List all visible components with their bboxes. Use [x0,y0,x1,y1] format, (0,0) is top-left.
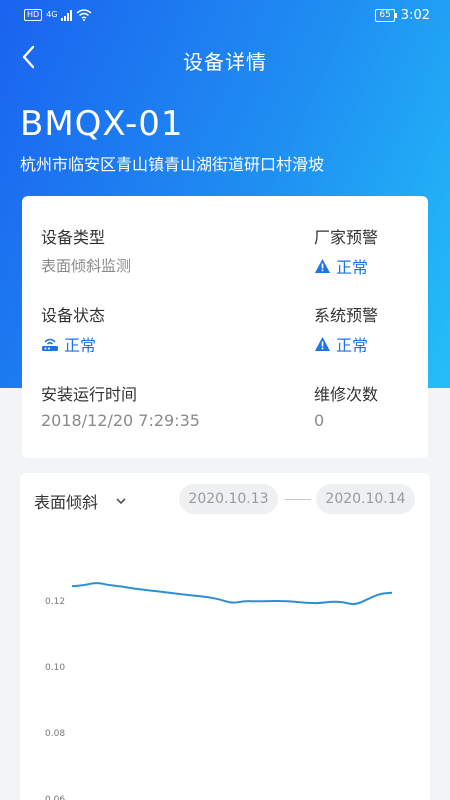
device-info-card: 设备类型 表面倾斜监测 厂家预警 正常 设备状态 正常 系统预警 正常 安装运行… [22,196,428,458]
system-warning-text: 正常 [336,336,369,355]
vendor-warning-label: 厂家预警 [314,228,379,247]
status-left: HD 4G [24,9,92,21]
y-tick-label: 0.12 [45,597,65,607]
y-tick-label: 0.08 [45,729,65,739]
system-warning-value: 正常 [314,332,368,356]
repair-count-value: 0 [314,411,325,430]
device-type-value: 表面倾斜监测 [41,257,132,275]
device-type-label: 设备类型 [41,228,106,247]
signal-icon [61,9,73,21]
y-tick-label: 0.06 [45,795,65,800]
vendor-warning-text: 正常 [336,258,369,277]
device-detail-screen: HD 4G 65 3:02 设备详情 BMQX-01 杭州市临安区青山镇青山湖街… [0,0,450,800]
series-line [71,582,393,606]
warning-triangle-icon [315,259,330,273]
device-status-value: 正常 [41,332,96,356]
device-status-label: 设备状态 [41,306,106,325]
warning-triangle-icon [315,337,330,351]
vendor-warning-value: 正常 [314,254,368,278]
wifi-icon [76,9,92,21]
network-type: 4G [46,10,58,19]
y-tick-label: 0.10 [45,663,65,673]
chart-card: 表面倾斜 2020.10.13 2020.10.14 0.12 0.10 0.08 0… [20,473,430,800]
device-address: 杭州市临安区青山镇青山湖街道研口村滑坡 [20,155,325,174]
page-title: 设备详情 [183,50,267,74]
status-right: 65 3:02 [375,8,430,23]
install-time-label: 安装运行时间 [41,385,138,404]
router-icon [42,338,58,351]
repair-count-label: 维修次数 [314,385,379,404]
battery-icon: 65 [375,9,398,22]
device-name: BMQX-01 [20,104,184,144]
install-time-value: 2018/12/20 7:29:35 [41,411,200,430]
hd-icon: HD [24,9,43,21]
device-status-text: 正常 [64,336,97,355]
status-time: 3:02 [400,8,430,23]
nav-bar: 设备详情 [0,40,450,78]
status-bar: HD 4G 65 3:02 [0,0,450,32]
system-warning-label: 系统预警 [314,306,379,325]
tilt-line-chart: 0.12 0.10 0.08 0.06 [45,582,393,800]
